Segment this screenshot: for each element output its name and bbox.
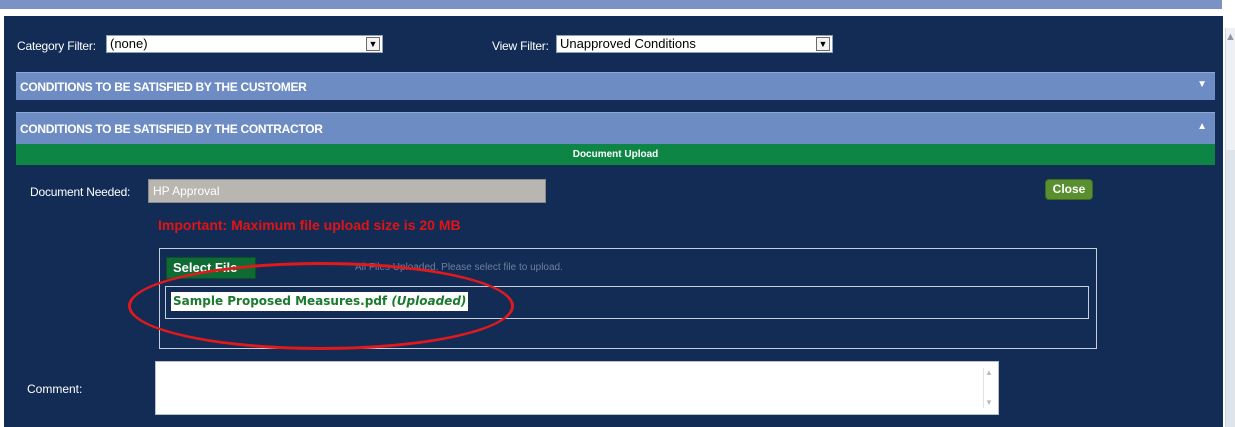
comment-label: Comment:	[27, 382, 83, 396]
category-filter-value: (none)	[110, 36, 148, 51]
accordion-customer-conditions[interactable]: CONDITIONS TO BE SATISFIED BY THE CUSTOM…	[16, 72, 1215, 100]
chevron-up-icon[interactable]: ▲	[1197, 121, 1207, 132]
accordion-contractor-conditions[interactable]: CONDITIONS TO BE SATISFIED BY THE CONTRA…	[16, 112, 1215, 144]
upload-size-warning: Important: Maximum file upload size is 2…	[158, 217, 461, 233]
accordion-customer-title: CONDITIONS TO BE SATISFIED BY THE CUSTOM…	[20, 80, 307, 94]
view-filter-select[interactable]: Unapproved Conditions ▼	[556, 35, 833, 53]
category-filter-select[interactable]: (none) ▼	[106, 35, 383, 53]
accordion-contractor-title: CONDITIONS TO BE SATISFIED BY THE CONTRA…	[20, 122, 323, 136]
top-header-bar	[0, 0, 1222, 9]
view-filter-label: View Filter:	[492, 39, 549, 53]
chevron-down-icon[interactable]: ▼	[816, 37, 830, 51]
category-filter-label: Category Filter:	[17, 39, 96, 53]
comment-textarea[interactable]: ▲ ▼	[155, 361, 999, 415]
page-scrollbar-thumb[interactable]	[1226, 150, 1235, 427]
annotation-ellipse	[128, 262, 514, 350]
document-needed-field: HP Approval	[148, 179, 546, 203]
chevron-down-icon[interactable]: ▼	[1197, 79, 1207, 90]
comment-scrollbar[interactable]: ▲ ▼	[983, 368, 994, 408]
view-filter-value: Unapproved Conditions	[560, 36, 696, 51]
close-button[interactable]: Close	[1045, 179, 1093, 200]
document-upload-header: Document Upload	[16, 144, 1215, 165]
chevron-down-icon[interactable]: ▼	[366, 37, 380, 51]
scroll-up-arrow-icon[interactable]: ▲	[1225, 30, 1235, 44]
document-needed-label: Document Needed:	[30, 185, 131, 199]
